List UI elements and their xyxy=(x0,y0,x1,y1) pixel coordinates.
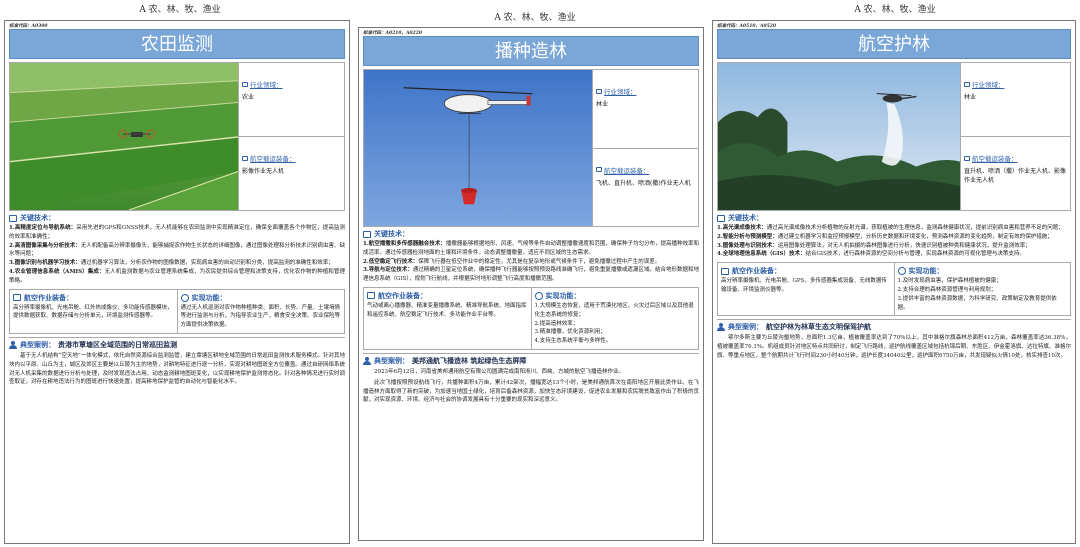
function-item: 2.提高造林效率； xyxy=(534,320,579,327)
key-tech-section: 关键技术： 1.高精度定位与导航系统：采用先进的GPS和GNSS技术，无人机能够… xyxy=(9,214,345,284)
aircraft-icon xyxy=(596,167,602,172)
industry-value: 林业 xyxy=(596,101,609,108)
card-code: 标准代码：A0210、A0220 xyxy=(363,31,423,36)
card-title: 航空护林 xyxy=(717,29,1071,59)
monitor-icon xyxy=(363,230,371,238)
grid-icon xyxy=(242,81,248,87)
page-header-2: A 农、林、牧、渔业 xyxy=(494,13,576,23)
case-section: 典型案例： 贵港市覃塘区全域范围的日常巡田监测 基于无人机结构“空天地”一体化模式… xyxy=(9,336,345,387)
case-section: 典型案例： 美邦通航飞播造林 筑起绿色生态屏障 2023年6月12日，河南省美邦通… xyxy=(363,352,699,405)
equipment-label: 航空载运装备： xyxy=(242,153,341,163)
equipment-section: 航空作业装备： 高分辨率摄像机、光电吊舱、红外热成像仪、多功能传感器模块，提供数… xyxy=(13,293,173,320)
target-icon xyxy=(897,267,906,276)
industry-value: 林业 xyxy=(964,94,977,101)
function-item: 1.及时发现病虫害，保护森林植被的健康； xyxy=(897,278,1002,285)
function-section: 实现功能： 1.大规模生态恢复，适用于荒漠化地区、火灾过后区域以及其他退化生态系… xyxy=(530,287,699,349)
monitor-icon xyxy=(9,214,17,222)
monitor-icon xyxy=(717,214,725,222)
equipment-value: 飞机、直升机、喷洒(撒)作业无人机 xyxy=(596,179,691,187)
card-code: 标准代码：A0300 xyxy=(9,24,48,29)
industry-label: 行业领域： xyxy=(964,79,1067,89)
card-farmland-monitoring: 标准代码：A0300 农田监测 行业领域： 农业 航空载运装备： 影像作业无人机… xyxy=(4,20,350,544)
equipment-section: 航空作业装备： 气动或离心播撒器、精准变量播撒系统、精准导航系统、地面指挥和遥控… xyxy=(367,291,527,318)
function-item: 4.支持生态系统平衡与多样性。 xyxy=(534,338,612,345)
function-section: 实现功能： 1.及时发现病虫害，保护森林植被的健康； 2.支持合理的森林资源管理… xyxy=(893,263,1071,316)
target-icon xyxy=(534,291,543,300)
industry-label: 行业领域： xyxy=(596,86,695,96)
device-icon xyxy=(721,267,729,275)
person-icon xyxy=(363,356,371,365)
person-icon xyxy=(717,323,725,332)
person-icon xyxy=(9,340,17,349)
equipment-label: 航空载运装备： xyxy=(964,153,1067,163)
key-tech-section: 关键技术： 1.航空播撒和多传感器融合技术：播撒器能够根据地形、风速、气候等条件… xyxy=(363,230,699,283)
farmland-photo xyxy=(9,62,239,211)
device-icon xyxy=(367,292,375,300)
function-item: 2.支持合理的森林资源管理与利用规划； xyxy=(897,286,997,293)
aircraft-icon xyxy=(242,155,248,161)
grid-icon xyxy=(964,81,970,87)
target-icon xyxy=(180,293,189,302)
card-title: 播种造林 xyxy=(363,36,699,66)
key-tech-section: 关键技术： 1.高光谱成像技术：通过高光谱成像技术分析植物的反射光谱，获取植被的… xyxy=(717,214,1064,258)
card-code: 标准代码：A0510、A0520 xyxy=(717,24,777,29)
aircraft-icon xyxy=(964,155,970,161)
forest-protection-photo xyxy=(717,62,961,211)
function-item: 3.精准播撒，优化资源利用； xyxy=(534,329,606,336)
device-icon xyxy=(13,294,21,302)
card-title: 农田监测 xyxy=(9,29,345,59)
case-section: 典型案例： 航空护林为林草生态文明保驾护航 鄂尔多斯主要为丘陵沟壑地势，总面积1.… xyxy=(717,319,1071,360)
page-header-1: A 农、林、牧、渔业 xyxy=(139,5,221,15)
card-seeding-afforestation: 标准代码：A0210、A0220 播种造林 行业领域： 林业 航空载运装备： 飞… xyxy=(358,27,704,541)
equipment-value: 影像作业无人机 xyxy=(242,168,285,175)
function-section: 实现功能： 通过无人机巡测对农作物种植种类、面积、长势、产量、土壤墒情等进行监测… xyxy=(176,289,345,333)
equipment-label: 航空载运装备： xyxy=(596,165,695,175)
helicopter-seeding-photo xyxy=(363,69,593,227)
card-aerial-forest-protection: 标准代码：A0510、A0520 航空护林 行业领域： 林业 航空载运装备： 直… xyxy=(712,20,1076,544)
page-header-3: A 农、林、牧、渔业 xyxy=(854,5,936,15)
grid-icon xyxy=(596,88,602,94)
function-item: 1.大规模生态恢复，适用于荒漠化地区、火灾过后区域以及其他退化生态系统的修复； xyxy=(534,302,694,318)
industry-value: 农业 xyxy=(242,94,255,101)
function-item: 3.提供丰富的森林资源数据，为科学研究、政策制定及教育提供依据。 xyxy=(897,295,1057,311)
equipment-section: 航空作业装备： 高分辨率摄像机、光电吊舱、GPS、多传感器集成设备、无线数据传输… xyxy=(721,267,887,293)
equipment-value: 直升机、喷洒（撒）作业无人机、影像作业无人机 xyxy=(964,168,1067,184)
industry-label: 行业领域： xyxy=(242,79,341,89)
